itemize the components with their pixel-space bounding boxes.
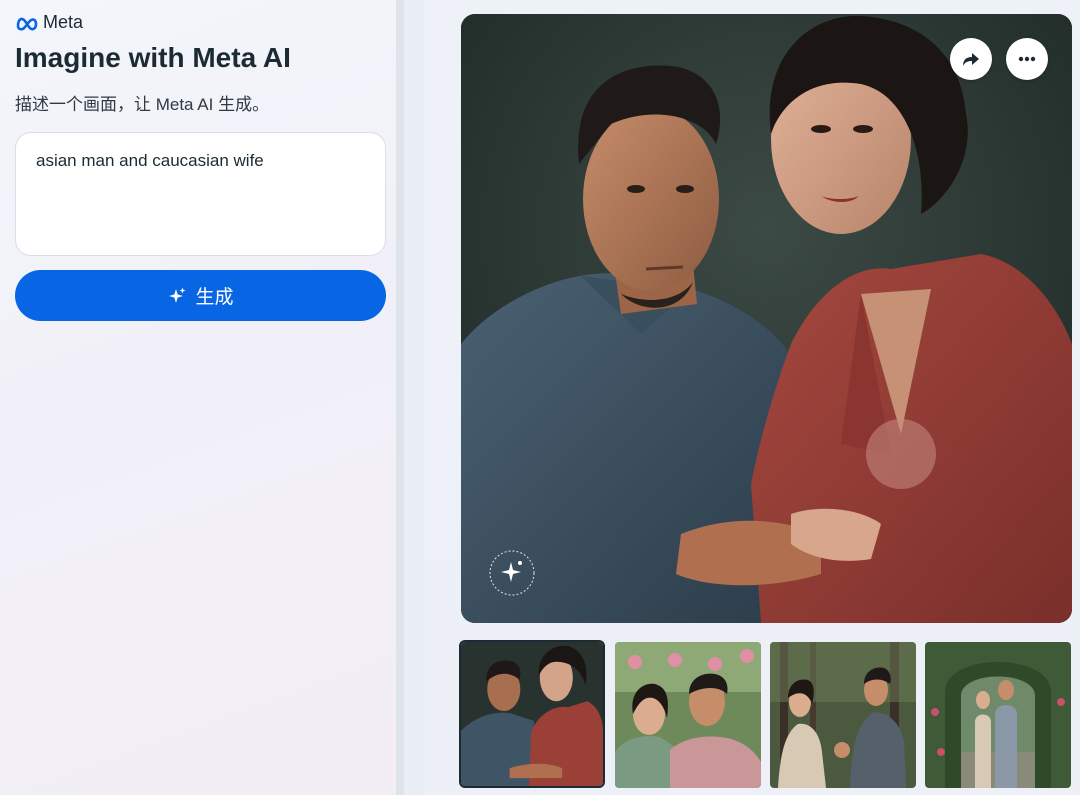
brand-name: Meta [43, 12, 84, 32]
panel-divider[interactable] [396, 0, 404, 795]
more-dots-icon [1018, 56, 1036, 62]
page-subtitle: 描述一个画面，让 Meta AI 生成。 [15, 95, 270, 114]
ai-watermark [487, 548, 537, 598]
right-rail [404, 0, 424, 795]
thumbnail-1[interactable] [459, 640, 605, 788]
thumbnail-3[interactable] [770, 642, 916, 788]
generate-button[interactable]: 生成 [15, 270, 386, 321]
share-button[interactable] [950, 38, 992, 80]
thumbnail-4[interactable] [925, 642, 1071, 788]
sparkle-icon [169, 287, 186, 303]
thumbnail-2[interactable] [615, 642, 761, 788]
prompt-text[interactable]: asian man and caucasian wife [36, 151, 264, 170]
meta-infinity-icon [16, 17, 38, 31]
prompt-input[interactable]: asian man and caucasian wife [15, 132, 386, 256]
portrait-illustration [461, 14, 1072, 623]
more-options-button[interactable] [1006, 38, 1048, 80]
thumbnail-1-image [461, 642, 603, 786]
left-panel [0, 0, 396, 795]
share-arrow-icon [963, 53, 979, 66]
generate-button-label: 生成 [195, 287, 234, 308]
main-generated-image[interactable] [461, 14, 1072, 623]
thumbnail-3-image [770, 642, 916, 788]
meta-logo[interactable]: Meta [15, 12, 83, 33]
thumbnail-2-image [615, 642, 761, 788]
page-title: Imagine with Meta AI [15, 42, 291, 73]
thumbnail-4-image [925, 642, 1071, 788]
